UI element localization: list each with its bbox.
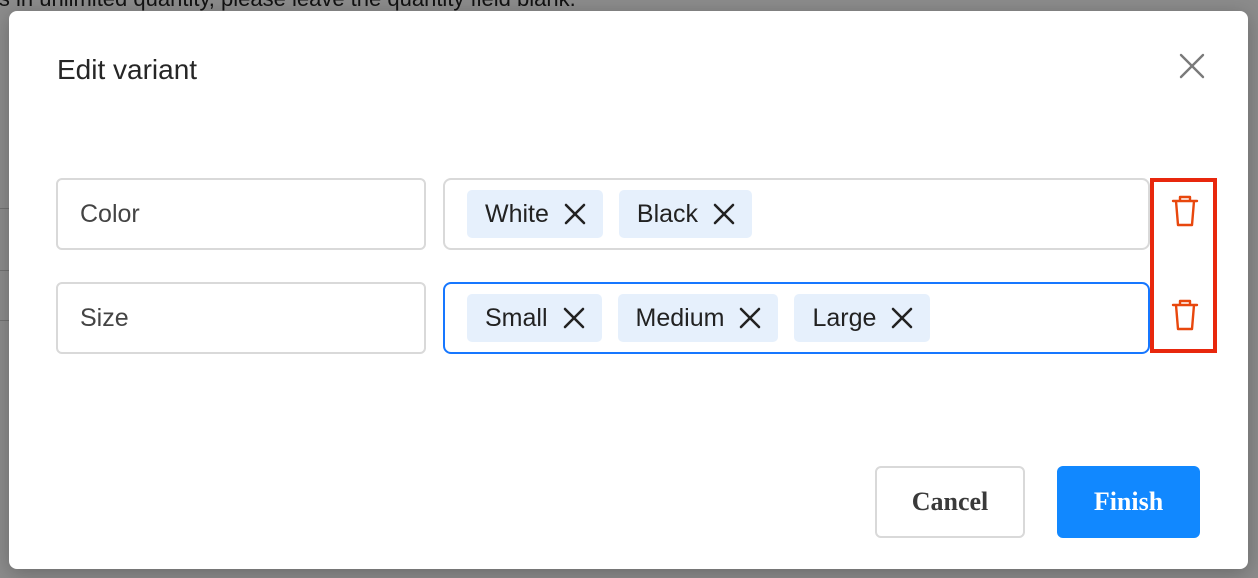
- close-icon: [564, 203, 586, 225]
- tag-small: Small: [467, 294, 602, 342]
- variant-row-color: White Black: [56, 178, 1216, 250]
- close-button[interactable]: [1177, 51, 1207, 81]
- tag-medium: Medium: [617, 294, 779, 342]
- tag-remove-button[interactable]: [890, 306, 914, 330]
- close-icon: [713, 203, 735, 225]
- variant-row-size: Small Medium Large: [56, 282, 1216, 354]
- delete-row-button[interactable]: [1170, 194, 1200, 228]
- tag-remove-button[interactable]: [712, 202, 736, 226]
- variant-values-select[interactable]: White Black: [443, 178, 1150, 250]
- tag-white: White: [467, 190, 603, 238]
- tag-large: Large: [794, 294, 931, 342]
- close-icon: [740, 307, 761, 329]
- tag-label: Large: [812, 303, 877, 332]
- trash-icon: [1171, 195, 1199, 227]
- tag-label: Black: [636, 199, 699, 228]
- close-icon: [892, 307, 913, 329]
- tag-label: White: [485, 199, 549, 228]
- cancel-button[interactable]: Cancel: [875, 466, 1025, 538]
- variant-values-select[interactable]: Small Medium Large: [443, 282, 1150, 354]
- tag-remove-button[interactable]: [562, 306, 586, 330]
- close-icon: [563, 307, 584, 329]
- delete-row-button[interactable]: [1170, 298, 1200, 332]
- tag-label: Small: [485, 303, 548, 332]
- finish-button[interactable]: Finish: [1057, 466, 1200, 538]
- tag-label: Medium: [635, 303, 725, 332]
- tag-black: Black: [618, 190, 753, 238]
- tag-remove-button[interactable]: [738, 306, 762, 330]
- variant-name-input[interactable]: [56, 282, 426, 354]
- tag-remove-button[interactable]: [563, 202, 587, 226]
- edit-variant-modal: Edit variant White Black: [9, 11, 1248, 569]
- modal-title: Edit variant: [57, 54, 198, 85]
- trash-icon: [1171, 299, 1199, 331]
- close-icon: [1179, 53, 1205, 79]
- variant-name-input[interactable]: [56, 178, 426, 250]
